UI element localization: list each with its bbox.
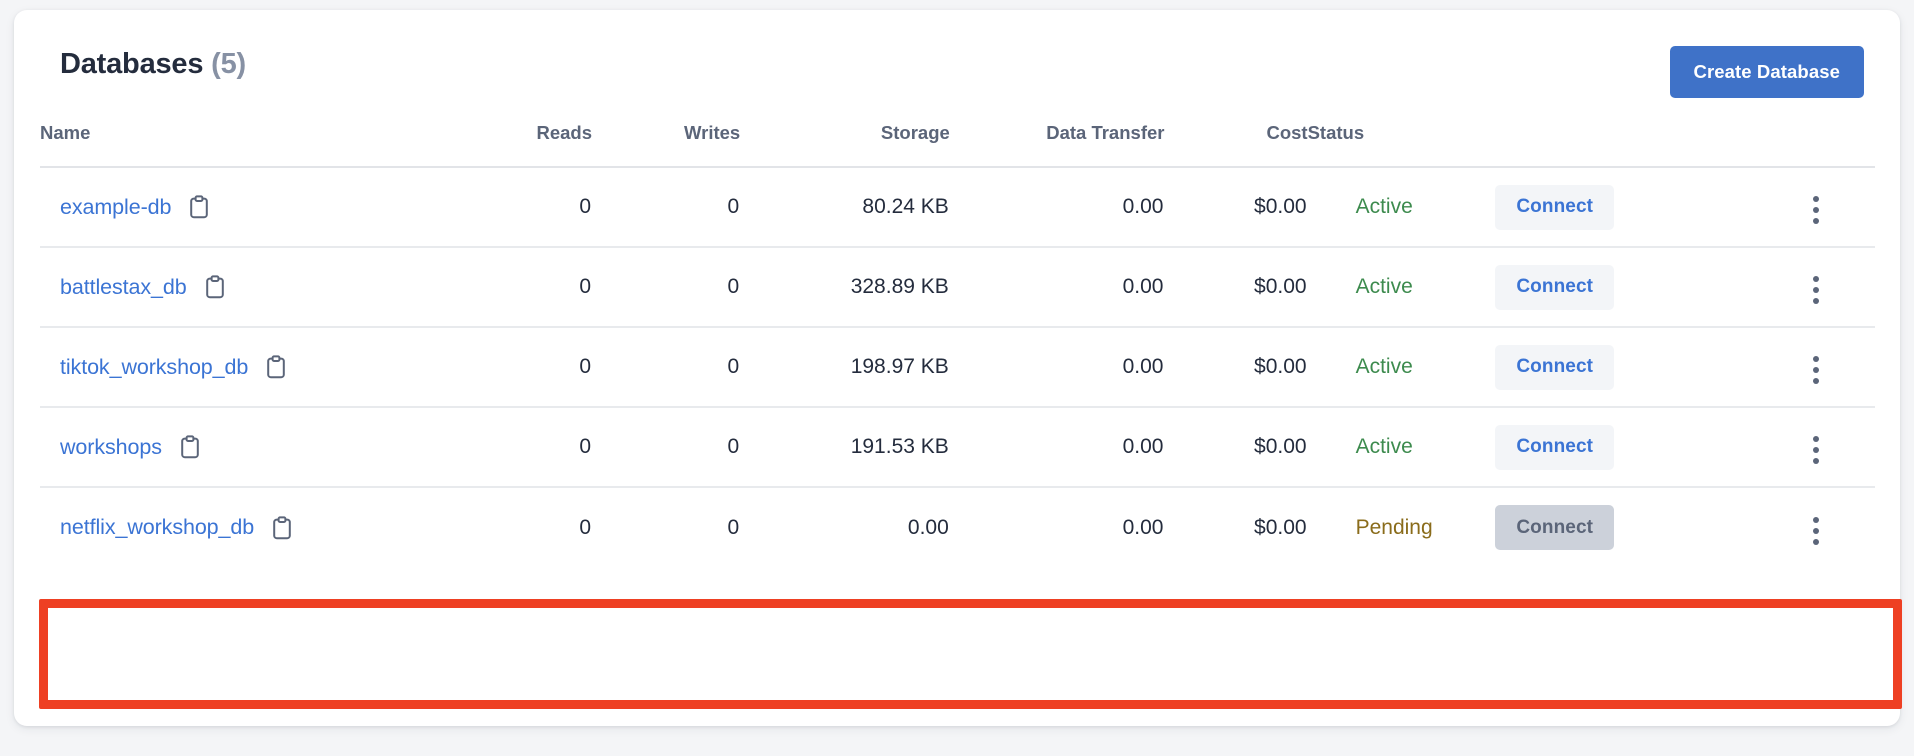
cell-connect: Connect — [1481, 407, 1758, 488]
database-name-link[interactable]: workshops — [60, 435, 162, 460]
clipboard-icon[interactable] — [179, 435, 201, 459]
cell-connect: Connect — [1481, 247, 1758, 328]
column-header-data-transfer[interactable]: Data Transfer — [949, 122, 1165, 168]
databases-card: Databases (5) Create Database Name Reads… — [14, 10, 1902, 726]
card-header: Databases (5) Create Database — [14, 10, 1900, 122]
cell-data-transfer: 0.00 — [949, 327, 1165, 408]
cell-row-menu — [1757, 327, 1875, 408]
cell-cost: $0.00 — [1164, 247, 1308, 328]
cell-name: netflix_workshop_db — [40, 487, 403, 567]
cell-connect: Connect — [1481, 327, 1758, 408]
cell-data-transfer: 0.00 — [949, 167, 1165, 248]
cell-name: battlestax_db — [40, 247, 403, 328]
column-header-name[interactable]: Name — [40, 122, 403, 168]
page-title: Databases (5) — [60, 48, 246, 81]
cell-name: workshops — [40, 407, 403, 488]
table-row: example-db 0 0 80.24 KB 0.00 $0.00 Active Conne… — [40, 167, 1875, 248]
connect-button[interactable]: Connect — [1495, 424, 1615, 470]
cell-connect: Connect — [1481, 167, 1758, 248]
table-row: tiktok_workshop_db 0 0 198.97 KB 0.00 $0.00 Ac… — [40, 327, 1875, 408]
database-name-link[interactable]: battlestax_db — [60, 275, 187, 300]
highlight-annotation-box — [39, 599, 1902, 709]
clipboard-icon[interactable] — [204, 275, 226, 299]
cell-connect: Connect — [1481, 487, 1757, 567]
cell-storage: 80.24 KB — [740, 167, 950, 248]
cell-storage: 328.89 KB — [740, 247, 950, 328]
connect-button[interactable]: Connect — [1495, 184, 1615, 230]
cell-writes: 0 — [592, 327, 741, 408]
more-vertical-icon[interactable] — [1807, 350, 1825, 390]
table-row: battlestax_db 0 0 328.89 KB 0.00 $0.00 Active C… — [40, 247, 1875, 328]
status-badge: Active — [1355, 355, 1413, 378]
page-background: Databases (5) Create Database Name Reads… — [0, 0, 1914, 756]
cell-name: tiktok_workshop_db — [40, 327, 403, 408]
cell-status: Pending — [1308, 487, 1482, 567]
table-row: workshops 0 0 191.53 KB 0.00 $0.00 Active Conne… — [40, 407, 1875, 488]
cell-name: example-db — [40, 167, 403, 248]
databases-table: Name Reads Writes Storage Data Transfer … — [40, 122, 1875, 567]
cell-storage: 198.97 KB — [740, 327, 950, 408]
column-header-menu — [1757, 122, 1875, 168]
cell-writes: 0 — [592, 247, 741, 328]
cell-writes: 0 — [592, 167, 741, 248]
more-vertical-icon[interactable] — [1807, 190, 1825, 230]
cell-status: Active — [1307, 247, 1482, 328]
cell-cost: $0.00 — [1164, 407, 1308, 488]
cell-status: Active — [1307, 327, 1482, 408]
status-badge: Active — [1355, 435, 1413, 458]
cell-storage: 191.53 KB — [740, 407, 950, 488]
connect-button[interactable]: Connect — [1495, 344, 1615, 390]
column-header-connect — [1481, 122, 1758, 168]
database-name-link[interactable]: netflix_workshop_db — [60, 515, 254, 540]
clipboard-icon[interactable] — [265, 355, 287, 379]
cell-cost: $0.00 — [1254, 515, 1307, 539]
column-header-reads[interactable]: Reads — [402, 122, 593, 168]
cell-row-menu — [1757, 407, 1875, 488]
cell-row-menu — [1757, 167, 1875, 248]
cell-reads: 0 — [402, 407, 593, 488]
cell-cost: $0.00 — [1164, 327, 1308, 408]
database-count: (5) — [211, 48, 246, 80]
cell-cost: $0.00 — [1164, 167, 1308, 248]
table-row: netflix_workshop_db 0 0 0.00 0.00 $0.00 Pendin… — [40, 487, 1875, 567]
database-name-link[interactable]: tiktok_workshop_db — [60, 355, 248, 380]
cell-reads: 0 — [402, 167, 593, 248]
column-header-storage[interactable]: Storage — [740, 122, 950, 168]
column-header-status[interactable]: Status — [1307, 122, 1482, 168]
status-badge: Active — [1355, 275, 1413, 298]
table-header-row: Name Reads Writes Storage Data Transfer … — [40, 122, 1875, 168]
cell-writes: 0 — [727, 515, 740, 539]
cell-storage: 0.00 — [907, 515, 949, 539]
cell-row-menu — [1757, 247, 1875, 328]
cell-reads: 0 — [402, 327, 593, 408]
cell-reads: 0 — [402, 247, 593, 328]
column-header-cost[interactable]: Cost — [1164, 122, 1308, 168]
page-title-text: Databases — [60, 48, 204, 80]
cell-row-menu — [1757, 487, 1875, 567]
cell-reads: 0 — [579, 515, 592, 539]
cell-data-transfer: 0.00 — [949, 407, 1165, 488]
more-vertical-icon[interactable] — [1807, 511, 1825, 551]
status-badge: Pending — [1355, 515, 1433, 539]
cell-status: Active — [1307, 167, 1482, 248]
clipboard-icon[interactable] — [188, 195, 210, 219]
create-database-button[interactable]: Create Database — [1669, 46, 1864, 98]
more-vertical-icon[interactable] — [1807, 430, 1825, 470]
table-body: example-db 0 0 80.24 KB 0.00 $0.00 Active Conne… — [40, 167, 1875, 567]
clipboard-icon[interactable] — [271, 515, 293, 540]
cell-status: Active — [1307, 407, 1482, 488]
database-name-link[interactable]: example-db — [60, 195, 171, 220]
status-badge: Active — [1355, 195, 1413, 218]
connect-button: Connect — [1495, 505, 1615, 550]
cell-data-transfer: 0.00 — [1122, 515, 1164, 539]
cell-writes: 0 — [592, 407, 741, 488]
cell-data-transfer: 0.00 — [949, 247, 1165, 328]
connect-button[interactable]: Connect — [1495, 264, 1615, 310]
more-vertical-icon[interactable] — [1807, 270, 1825, 310]
column-header-writes[interactable]: Writes — [592, 122, 741, 168]
